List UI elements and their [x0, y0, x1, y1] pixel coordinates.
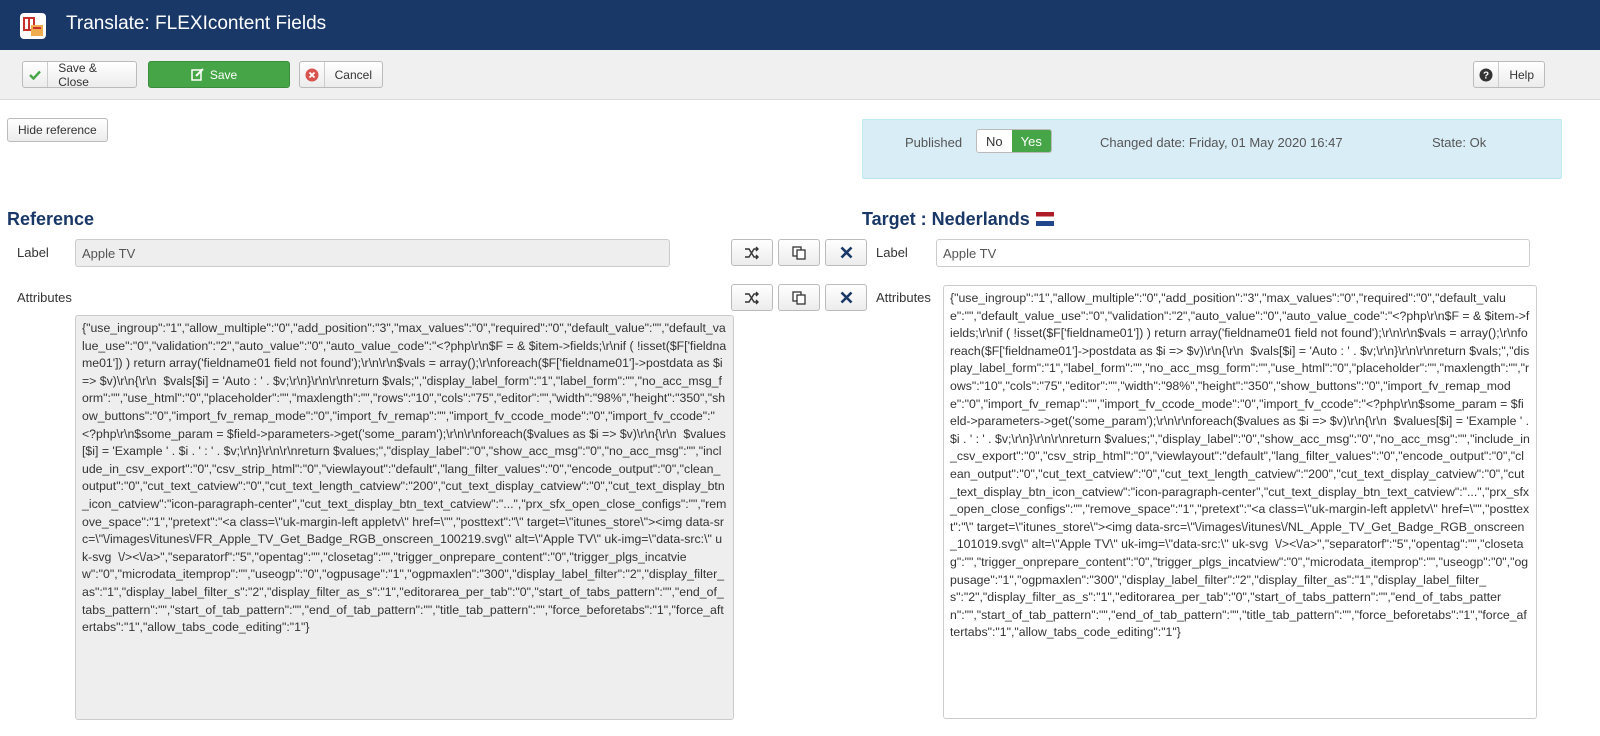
- check-icon: [23, 62, 49, 87]
- svg-text:?: ?: [1483, 70, 1489, 81]
- copy-label-button[interactable]: [778, 239, 820, 266]
- save-button[interactable]: Save: [148, 61, 290, 88]
- reference-label-caption: Label: [17, 245, 49, 260]
- top-header: Translate: FLEXIcontent Fields: [0, 0, 1600, 50]
- publish-info-box: Published No Yes Changed date: Friday, 0…: [862, 119, 1562, 179]
- target-label-caption: Label: [876, 245, 908, 260]
- published-yes-option[interactable]: Yes: [1011, 130, 1051, 152]
- hide-reference-button[interactable]: Hide reference: [7, 118, 108, 142]
- save-label: Save: [209, 67, 238, 82]
- clear-label-button[interactable]: [825, 239, 867, 266]
- save-close-label: Save & Close: [58, 60, 97, 89]
- save-close-button[interactable]: Save & Close: [22, 60, 137, 89]
- published-label: Published: [905, 135, 963, 150]
- help-button[interactable]: ? Help: [1473, 61, 1545, 88]
- question-icon: ?: [1474, 62, 1500, 87]
- x-icon: [840, 246, 852, 259]
- copy-icon: [792, 290, 806, 305]
- published-no-option[interactable]: No: [977, 130, 1012, 152]
- translate-attributes-button[interactable]: [731, 284, 773, 311]
- translate-label-button[interactable]: [731, 239, 773, 266]
- close-circle-icon: [300, 62, 325, 87]
- shuffle-icon: [745, 291, 759, 304]
- netherlands-flag-icon: [1035, 212, 1054, 226]
- reference-label-field: Apple TV: [75, 239, 670, 267]
- x-icon: [840, 291, 852, 304]
- published-toggle: No Yes: [976, 129, 1052, 153]
- state-text: State: Ok: [1432, 135, 1487, 150]
- changed-date: Changed date: Friday, 01 May 2020 16:47: [1100, 135, 1343, 150]
- target-label-field[interactable]: Apple TV: [936, 239, 1530, 267]
- clear-attributes-button[interactable]: [825, 284, 867, 311]
- target-attributes-caption: Attributes: [876, 290, 931, 305]
- toolbar: Save & Close Save Cancel ? Help: [0, 50, 1600, 100]
- target-heading-text: Target : Nederlands: [862, 209, 1030, 229]
- flexicontent-logo-icon: [20, 13, 46, 39]
- edit-icon: [191, 68, 204, 81]
- page-title: Translate: FLEXIcontent Fields: [66, 13, 327, 34]
- shuffle-icon: [745, 246, 759, 259]
- target-heading: Target : Nederlands: [862, 209, 1054, 230]
- cancel-button[interactable]: Cancel: [299, 61, 383, 88]
- help-label: Help: [1509, 67, 1534, 82]
- reference-attributes-caption: Attributes: [17, 290, 72, 305]
- cancel-label: Cancel: [334, 67, 372, 82]
- target-attributes-textarea[interactable]: {"use_ingroup":"1","allow_multiple":"0",…: [943, 285, 1537, 719]
- copy-attributes-button[interactable]: [778, 284, 820, 311]
- reference-attributes-textarea: {"use_ingroup":"1","allow_multiple":"0",…: [75, 315, 734, 720]
- reference-heading: Reference: [7, 209, 95, 229]
- copy-icon: [792, 245, 806, 260]
